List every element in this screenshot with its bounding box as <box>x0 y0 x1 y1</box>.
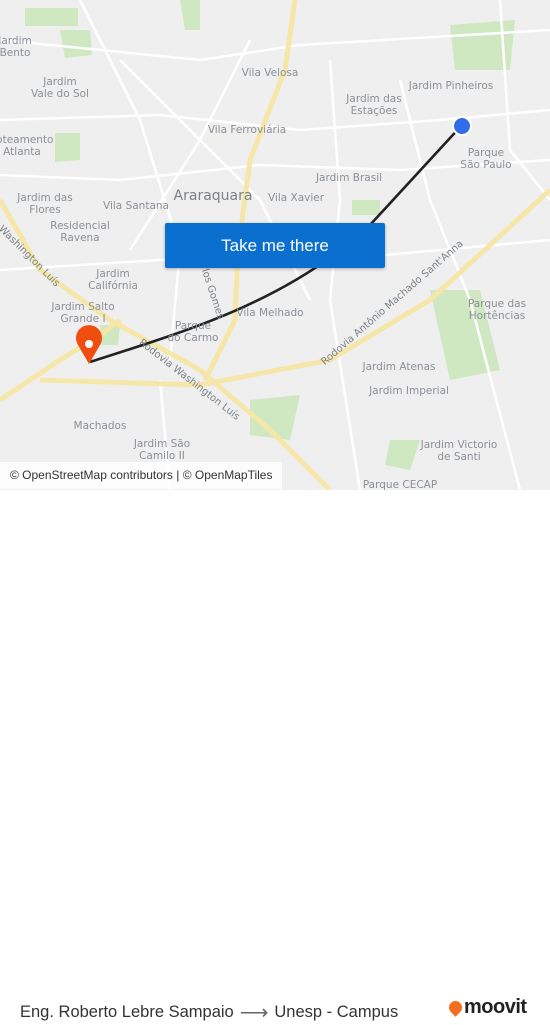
neighborhood-label: Jardim Bento <box>0 35 32 59</box>
neighborhood-label: Parque São Paulo <box>460 147 512 171</box>
neighborhood-label: Jardim das Flores <box>17 192 73 216</box>
take-me-there-button[interactable]: Take me there <box>165 223 385 268</box>
footer: Eng. Roberto Lebre Sampaio ⟶ Unesp - Cam… <box>0 490 550 1024</box>
origin-name: Eng. Roberto Lebre Sampaio <box>20 1003 234 1021</box>
neighborhood-label: Vila Ferroviária <box>207 124 287 136</box>
map[interactable]: Araraquara Jardim Bento Jardim Vale do Sol… <box>0 0 550 490</box>
neighborhood-label: Jardim Atenas <box>362 361 436 373</box>
destination-name: Unesp - Campus <box>274 1003 399 1021</box>
neighborhood-label: Parque do Carmo <box>167 320 219 344</box>
city-label: Araraquara <box>173 188 253 204</box>
neighborhood-label: Vila Melhado <box>236 307 304 319</box>
neighborhood-label: Jardim Califórnia <box>88 268 138 292</box>
destination-marker[interactable] <box>452 116 472 136</box>
neighborhood-label: Jardim Brasil <box>315 172 383 184</box>
neighborhood-label: Jardim São Camilo II <box>133 438 191 462</box>
brand-text: moovit <box>464 996 527 1018</box>
neighborhood-label: Parque das Hortências <box>467 298 527 322</box>
route-title: Eng. Roberto Lebre Sampaio ⟶ Unesp - Cam… <box>20 1000 398 1025</box>
neighborhood-label: Vila Santana <box>103 200 169 212</box>
neighborhood-label: Parque CECAP <box>362 479 438 490</box>
moovit-logo[interactable]: moovit <box>446 996 527 1019</box>
neighborhood-label: Vila Xavier <box>267 192 325 204</box>
arrow-right-icon: ⟶ <box>239 1002 269 1024</box>
neighborhood-label: Jardim Salto Grande I <box>51 301 115 325</box>
neighborhood-label: Residencial Ravena <box>50 220 110 244</box>
neighborhood-label: Jardim Imperial <box>369 385 449 397</box>
neighborhood-label: Jardim Victorio de Santi <box>420 439 498 463</box>
neighborhood-label: LoteamentoAtlanta <box>0 134 54 158</box>
neighborhood-label: Jardim Pinheiros <box>408 80 494 92</box>
neighborhood-label: Machados <box>73 420 127 432</box>
map-attribution[interactable]: © OpenStreetMap contributors | © OpenMap… <box>0 462 283 489</box>
moovit-pin-icon <box>446 998 465 1017</box>
neighborhood-label: Vila Velosa <box>241 67 299 79</box>
neighborhood-label: Jardim das Estações <box>346 93 402 117</box>
neighborhood-label: Jardim Vale do Sol <box>31 76 89 100</box>
